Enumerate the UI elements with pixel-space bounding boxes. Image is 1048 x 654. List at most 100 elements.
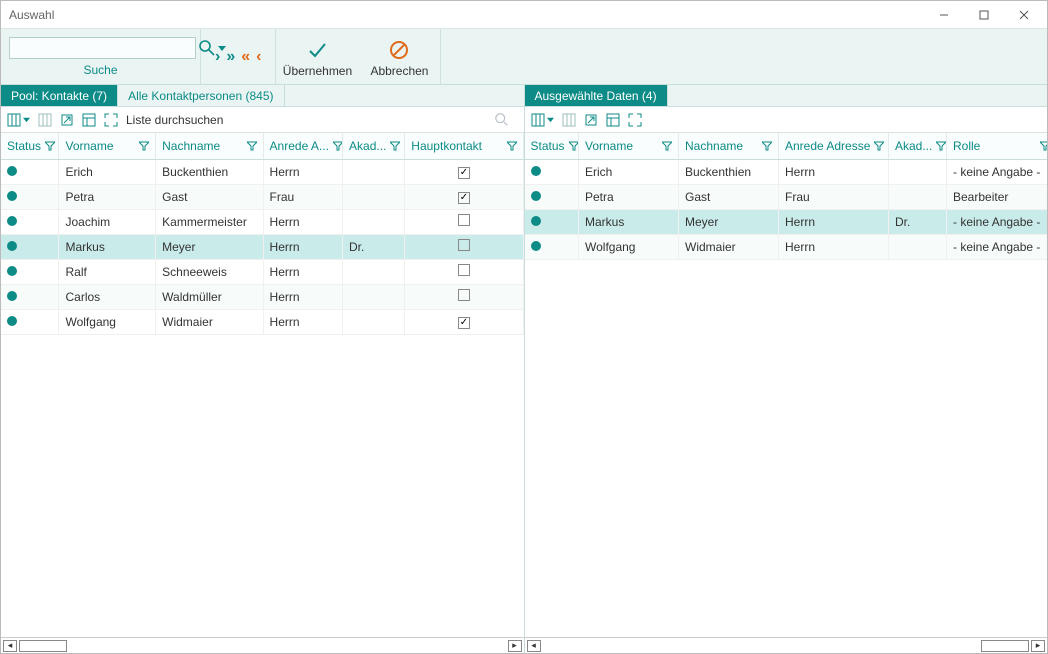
checkbox[interactable] [458, 214, 470, 226]
columns-icon[interactable] [7, 113, 30, 127]
nav-next-icon[interactable]: › [215, 48, 220, 66]
table-row[interactable]: ErichBuckenthienHerrn [1, 159, 523, 184]
nachname-cell: Widmaier [679, 234, 779, 259]
layout-icon[interactable] [82, 113, 96, 127]
column-header-rolle[interactable]: Rolle [947, 133, 1048, 159]
right-hscroll[interactable]: ◂ ▸ [525, 637, 1048, 653]
status-dot-icon [531, 166, 541, 176]
scroll-right-icon[interactable]: ▸ [508, 640, 522, 652]
filter-icon[interactable] [45, 141, 55, 151]
right-table-wrap[interactable]: StatusVornameNachnameAnrede AdresseAkad.… [525, 133, 1048, 637]
export-icon[interactable] [60, 113, 74, 127]
minimize-button[interactable] [925, 4, 963, 26]
filter-icon[interactable] [762, 141, 772, 151]
hauptkontakt-cell[interactable] [405, 209, 523, 234]
filter-columns-icon[interactable] [562, 113, 576, 127]
status-cell [1, 159, 59, 184]
nav-first-icon[interactable]: « [241, 48, 250, 66]
checkbox[interactable] [458, 317, 470, 329]
right-pane: Ausgewählte Daten (4) StatusVornameNachn… [525, 85, 1048, 653]
hauptkontakt-cell[interactable] [405, 184, 523, 209]
filter-icon[interactable] [139, 141, 149, 151]
anrede-cell: Herrn [779, 209, 889, 234]
column-header-vorname[interactable]: Vorname [59, 133, 156, 159]
anrede-cell: Herrn [779, 234, 889, 259]
vorname-cell: Joachim [59, 209, 156, 234]
checkbox[interactable] [458, 239, 470, 251]
anrede-cell: Herrn [779, 159, 889, 184]
tab[interactable]: Alle Kontaktpersonen (845) [118, 85, 284, 106]
nav-last-icon[interactable]: » [226, 48, 235, 66]
left-tabs: Pool: Kontakte (7)Alle Kontaktpersonen (… [1, 85, 524, 107]
hauptkontakt-cell[interactable] [405, 259, 523, 284]
column-header-anrede[interactable]: Anrede A... [263, 133, 342, 159]
scroll-right-icon[interactable]: ▸ [1031, 640, 1045, 652]
table-row[interactable]: PetraGastFrauBearbeiter [525, 184, 1048, 209]
hauptkontakt-cell[interactable] [405, 159, 523, 184]
hauptkontakt-cell[interactable] [405, 234, 523, 259]
nachname-cell: Schneeweis [156, 259, 263, 284]
status-dot-icon [7, 191, 17, 201]
filter-icon[interactable] [247, 141, 257, 151]
table-row[interactable]: MarkusMeyerHerrnDr.- keine Angabe - [525, 209, 1048, 234]
tab[interactable]: Pool: Kontakte (7) [1, 85, 118, 106]
main-toolbar: Suche › » « ‹ Übernehmen Abbrechen [1, 29, 1047, 85]
expand-icon[interactable] [628, 113, 642, 127]
hauptkontakt-cell[interactable] [405, 284, 523, 309]
maximize-button[interactable] [965, 4, 1003, 26]
layout-icon[interactable] [606, 113, 620, 127]
apply-button[interactable]: Übernehmen [276, 29, 358, 84]
column-header-nachname[interactable]: Nachname [156, 133, 263, 159]
filter-icon[interactable] [936, 141, 946, 151]
filter-icon[interactable] [507, 141, 517, 151]
grid-search-icon[interactable] [494, 112, 510, 128]
column-header-anrede[interactable]: Anrede Adresse [779, 133, 889, 159]
scroll-left-icon[interactable]: ◂ [3, 640, 17, 652]
left-hscroll[interactable]: ◂ ▸ [1, 637, 524, 653]
table-row[interactable]: JoachimKammermeisterHerrn [1, 209, 523, 234]
scroll-thumb[interactable] [19, 640, 67, 652]
hauptkontakt-cell[interactable] [405, 309, 523, 334]
column-header-vorname[interactable]: Vorname [579, 133, 679, 159]
columns-icon[interactable] [531, 113, 554, 127]
scroll-left-icon[interactable]: ◂ [527, 640, 541, 652]
scroll-thumb[interactable] [981, 640, 1029, 652]
column-header-nachname[interactable]: Nachname [679, 133, 779, 159]
cancel-button[interactable]: Abbrechen [358, 29, 440, 84]
search-input[interactable] [9, 37, 196, 59]
table-row[interactable]: WolfgangWidmaierHerrn- keine Angabe - [525, 234, 1048, 259]
column-header-akad[interactable]: Akad... [343, 133, 405, 159]
nav-group: › » « ‹ [201, 29, 276, 84]
table-row[interactable]: MarkusMeyerHerrnDr. [1, 234, 523, 259]
column-header-haupt[interactable]: Hauptkontakt [405, 133, 523, 159]
checkbox[interactable] [458, 192, 470, 204]
export-icon[interactable] [584, 113, 598, 127]
checkbox[interactable] [458, 264, 470, 276]
close-button[interactable] [1005, 4, 1043, 26]
tab[interactable]: Ausgewählte Daten (4) [525, 85, 668, 106]
checkbox[interactable] [458, 289, 470, 301]
left-table-wrap[interactable]: StatusVornameNachnameAnrede A...Akad...H… [1, 133, 524, 637]
status-dot-icon [531, 216, 541, 226]
column-header-akad[interactable]: Akad... [889, 133, 947, 159]
table-row[interactable]: WolfgangWidmaierHerrn [1, 309, 523, 334]
table-row[interactable]: RalfSchneeweisHerrn [1, 259, 523, 284]
nav-prev-icon[interactable]: ‹ [256, 48, 261, 66]
filter-icon[interactable] [390, 141, 400, 151]
column-header-status[interactable]: Status [525, 133, 579, 159]
table-row[interactable]: CarlosWaldmüllerHerrn [1, 284, 523, 309]
filter-icon[interactable] [1040, 141, 1047, 151]
filter-icon[interactable] [569, 141, 579, 151]
filter-columns-icon[interactable] [38, 113, 52, 127]
anrede-cell: Herrn [263, 209, 342, 234]
akad-cell: Dr. [889, 209, 947, 234]
checkbox[interactable] [458, 167, 470, 179]
column-header-status[interactable]: Status [1, 133, 59, 159]
filter-icon[interactable] [333, 141, 343, 151]
table-row[interactable]: ErichBuckenthienHerrn- keine Angabe - [525, 159, 1048, 184]
filter-icon[interactable] [662, 141, 672, 151]
akad-cell [343, 284, 405, 309]
expand-icon[interactable] [104, 113, 118, 127]
filter-icon[interactable] [874, 141, 884, 151]
table-row[interactable]: PetraGastFrau [1, 184, 523, 209]
